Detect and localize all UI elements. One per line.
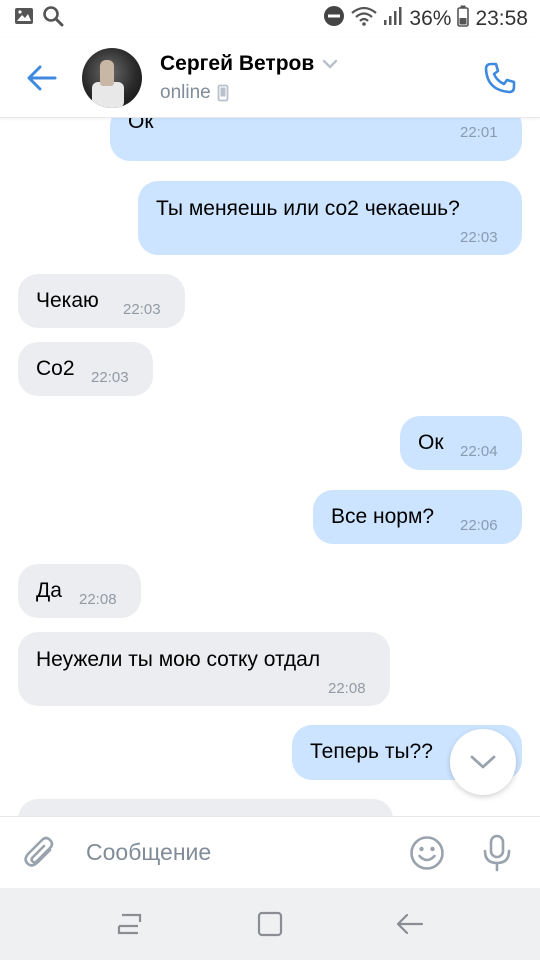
- message-time: 22:03: [123, 301, 161, 318]
- message-text: Теперь ты??: [310, 740, 433, 763]
- microphone-icon: [483, 834, 511, 871]
- message-time: 22:08: [328, 680, 366, 697]
- home-icon: [257, 911, 283, 937]
- message-bubble[interactable]: Неужели ты мою сотку отдал 22:08: [18, 632, 390, 706]
- online-status: online: [160, 81, 211, 103]
- paperclip-icon: [24, 836, 54, 867]
- chevron-down-icon: [323, 59, 338, 69]
- gallery-icon: [14, 7, 34, 31]
- message-bubble[interactable]: Да 22:08: [18, 564, 141, 618]
- message-time: 22:03: [460, 229, 498, 246]
- message-text: Неужели ты мою сотку отдал: [36, 648, 321, 671]
- back-icon: [396, 913, 424, 935]
- message-composer: [0, 816, 540, 888]
- dnd-icon: [323, 5, 345, 33]
- message-text: Все норм?: [331, 505, 435, 528]
- message-bubble[interactable]: Чекаю 22:03: [18, 274, 185, 328]
- message-text: Ок: [418, 431, 444, 454]
- back-nav-button[interactable]: [380, 894, 440, 954]
- message-text: Ок: [128, 118, 154, 133]
- recent-apps-button[interactable]: [100, 894, 160, 954]
- message-text: Со2: [36, 357, 75, 380]
- microphone-button[interactable]: [462, 817, 532, 889]
- message-list[interactable]: Ок 22:01 Ты меняешь или со2 чекаешь? 22:…: [0, 118, 540, 816]
- message-text: Ты меняешь или со2 чекаешь?: [156, 197, 460, 220]
- battery-percent: 36%: [409, 7, 452, 30]
- chat-title[interactable]: Сергей Ветров online: [160, 52, 460, 104]
- chevron-down-icon: [470, 755, 496, 769]
- clock: 23:58: [475, 7, 528, 30]
- message-input[interactable]: [82, 827, 392, 878]
- avatar[interactable]: [82, 47, 142, 108]
- message-time: 22:08: [79, 591, 117, 608]
- signal-icon: [383, 6, 403, 32]
- chat-header: Сергей Ветров online: [0, 38, 540, 118]
- emoji-icon: [410, 835, 444, 870]
- system-nav-bar: [0, 888, 540, 960]
- back-button[interactable]: [0, 38, 84, 118]
- home-button[interactable]: [240, 894, 300, 954]
- scroll-down-button[interactable]: [450, 729, 516, 795]
- message-text: Чекаю: [36, 289, 99, 312]
- message-time: 22:04: [460, 443, 498, 460]
- attach-button[interactable]: [0, 817, 82, 889]
- message-bubble[interactable]: [18, 799, 393, 816]
- search-icon: [42, 5, 64, 33]
- message-bubble[interactable]: Все норм? 22:06: [313, 490, 522, 544]
- message-bubble[interactable]: Ок 22:04: [400, 416, 522, 470]
- wifi-icon: [351, 5, 378, 33]
- status-bar: 36% 23:58: [0, 0, 540, 38]
- message-bubble[interactable]: Ок 22:01: [110, 118, 522, 161]
- message-time: 22:06: [460, 517, 498, 534]
- message-time: 22:01: [460, 124, 498, 141]
- emoji-button[interactable]: [392, 817, 462, 889]
- message-bubble[interactable]: Со2 22:03: [18, 342, 153, 396]
- message-text: Да: [36, 579, 62, 602]
- call-button[interactable]: [460, 38, 540, 118]
- contact-name: Сергей Ветров: [160, 51, 315, 75]
- recent-apps-icon: [117, 913, 142, 935]
- back-arrow-icon: [27, 65, 57, 90]
- mobile-icon: [217, 84, 229, 101]
- message-bubble[interactable]: Ты меняешь или со2 чекаешь? 22:03: [138, 181, 522, 255]
- battery-icon: [457, 5, 470, 33]
- phone-icon: [484, 62, 516, 93]
- message-time: 22:03: [91, 369, 129, 386]
